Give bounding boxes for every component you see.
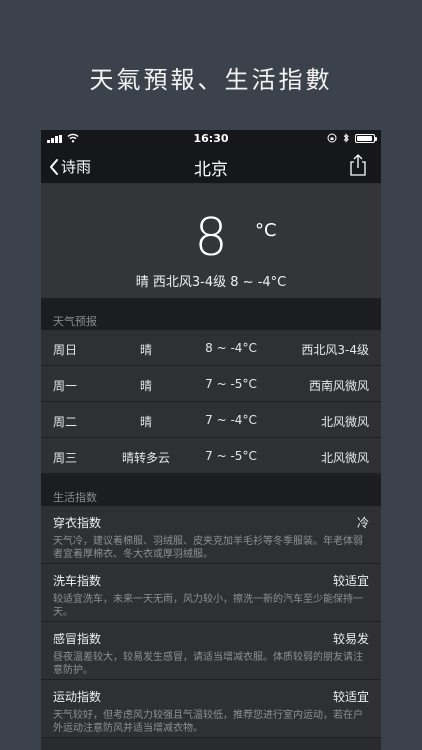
life-index-value: 冷 <box>356 516 369 530</box>
forecast-temp: 7 ~ -5°C <box>205 449 257 463</box>
life-index-item: 穿衣指数 冷 天气冷，建议着棉服、羽绒服、皮夹克加羊毛衫等冬季服装。年老体弱者宜… <box>41 506 381 564</box>
life-index-item: 洗车指数 较适宜 较适宜洗车，未来一天无雨，风力较小，擦洗一新的汽车至少能保持一… <box>41 564 381 622</box>
forecast-day: 周二 <box>53 415 78 429</box>
forecast-day: 周一 <box>53 379 78 393</box>
forecast-wind: 西北风3-4级 <box>301 343 369 357</box>
promo-title: 天氣預報、生活指數 <box>89 66 333 94</box>
life-index-desc: 天气较好，但考虑风力较强且气温较低，推荐您进行室内运动，若在户外运动注意防风并适… <box>53 710 363 734</box>
life-index-value: 较适宜 <box>332 574 369 588</box>
rotation-lock-icon <box>327 133 337 143</box>
life-index-item: 感冒指数 较易发 昼夜温差较大，较易发生感冒，请适当增减衣服。体质较弱的朋友请注… <box>41 622 381 680</box>
life-index-desc: 较适宜洗车，未来一天无雨，风力较小，擦洗一新的汽车至少能保持一天。 <box>53 594 363 618</box>
life-index-name: 运动指数 <box>53 690 102 704</box>
forecast-temp: 7 ~ -5°C <box>205 377 257 391</box>
current-temperature: 8 <box>194 208 228 268</box>
forecast-day: 周日 <box>53 343 78 357</box>
life-index-desc: 天气冷，建议着棉服、羽绒服、皮夹克加羊毛衫等冬季服装。年老体弱者宜着厚棉衣、冬大… <box>53 536 363 560</box>
forecast-temp: 8 ~ -4°C <box>205 341 257 355</box>
forecast-day: 周三 <box>53 451 78 465</box>
forecast-temp: 7 ~ -4°C <box>205 413 257 427</box>
share-icon[interactable] <box>349 153 367 177</box>
city-title: 北京 <box>194 160 228 180</box>
life-index-name: 感冒指数 <box>53 632 102 646</box>
current-summary: 晴 西北风3-4级 8 ~ -4°C <box>135 275 287 290</box>
temperature-unit: °C <box>255 220 277 241</box>
life-index-item: 运动指数 较适宜 天气较好，但考虑风力较强且气温较低，推荐您进行室内运动，若在户… <box>41 680 381 738</box>
navigation-bar: 诗雨 北京 <box>41 148 381 184</box>
phone-screen: 16:30 诗雨 北京 8 °C 晴 西北风3-4级 8 ~ -4°C 天气预报… <box>41 130 381 750</box>
forecast-row: 周一 晴 7 ~ -5°C 西南风微风 <box>41 366 381 402</box>
forecast-condition: 晴 <box>139 343 152 357</box>
life-index-desc: 昼夜温差较大，较易发生感冒，请适当增减衣服。体质较弱的朋友请注意防护。 <box>53 652 363 676</box>
forecast-wind: 北风微风 <box>320 451 369 465</box>
current-weather: 8 °C 晴 西北风3-4级 8 ~ -4°C <box>41 184 381 298</box>
forecast-wind: 西南风微风 <box>308 379 369 393</box>
life-index-value: 较易发 <box>332 632 369 646</box>
status-bar: 16:30 <box>41 130 381 148</box>
forecast-row: 周三 晴转多云 7 ~ -5°C 北风微风 <box>41 438 381 474</box>
forecast-header: 天气预报 <box>41 298 381 330</box>
life-index-value: 较适宜 <box>332 690 369 704</box>
forecast-condition: 晴 <box>139 379 152 393</box>
forecast-condition: 晴 <box>139 415 152 429</box>
forecast-condition: 晴转多云 <box>121 451 170 465</box>
life-index-name: 穿衣指数 <box>53 516 102 530</box>
life-index-name: 洗车指数 <box>53 574 102 588</box>
forecast-row: 周二 晴 7 ~ -4°C 北风微风 <box>41 402 381 438</box>
forecast-wind: 北风微风 <box>320 415 369 429</box>
forecast-row: 周日 晴 8 ~ -4°C 西北风3-4级 <box>41 330 381 366</box>
bluetooth-icon <box>343 133 349 143</box>
life-index-header: 生活指数 <box>41 474 381 506</box>
battery-icon <box>355 133 377 143</box>
